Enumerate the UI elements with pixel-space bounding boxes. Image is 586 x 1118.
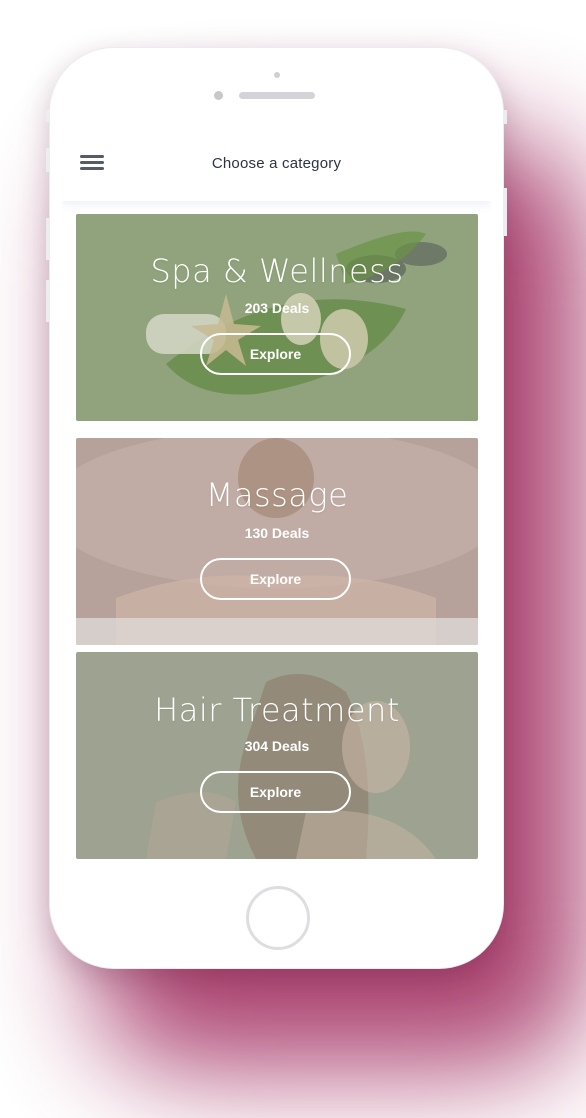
front-camera: [214, 91, 223, 100]
category-card-spa[interactable]: Spa & Wellness 203 Deals Explore: [76, 214, 478, 421]
massage-image: [76, 438, 478, 645]
phone-side-button: [46, 218, 50, 260]
explore-button[interactable]: Explore: [200, 771, 351, 813]
page-title: Choose a category: [211, 155, 342, 172]
deals-count: 304 Deals: [244, 738, 310, 754]
phone-side-button: [46, 148, 50, 172]
spa-wellness-image: [76, 214, 478, 421]
category-title: Hair Treatment: [154, 691, 400, 729]
earpiece-speaker: [239, 92, 315, 99]
home-button[interactable]: [246, 886, 310, 950]
phone-side-button: [46, 280, 50, 322]
category-title: Massage: [205, 476, 349, 514]
proximity-sensor: [274, 72, 280, 78]
app-screen: Choose a category Spa & Wellness 203 Dea…: [62, 125, 491, 865]
phone-side-button: [503, 188, 507, 236]
hair-treatment-image: [76, 652, 478, 859]
category-card-massage[interactable]: Massage 130 Deals Explore: [76, 438, 478, 645]
phone-side-button: [503, 110, 507, 124]
deals-count: 203 Deals: [244, 300, 310, 316]
category-title: Spa & Wellness: [150, 252, 404, 290]
explore-button[interactable]: Explore: [200, 333, 351, 375]
phone-side-button: [46, 110, 50, 122]
category-card-hair[interactable]: Hair Treatment 304 Deals Explore: [76, 652, 478, 859]
deals-count: 130 Deals: [244, 525, 310, 541]
explore-button[interactable]: Explore: [200, 558, 351, 600]
app-header: Choose a category: [62, 125, 491, 201]
